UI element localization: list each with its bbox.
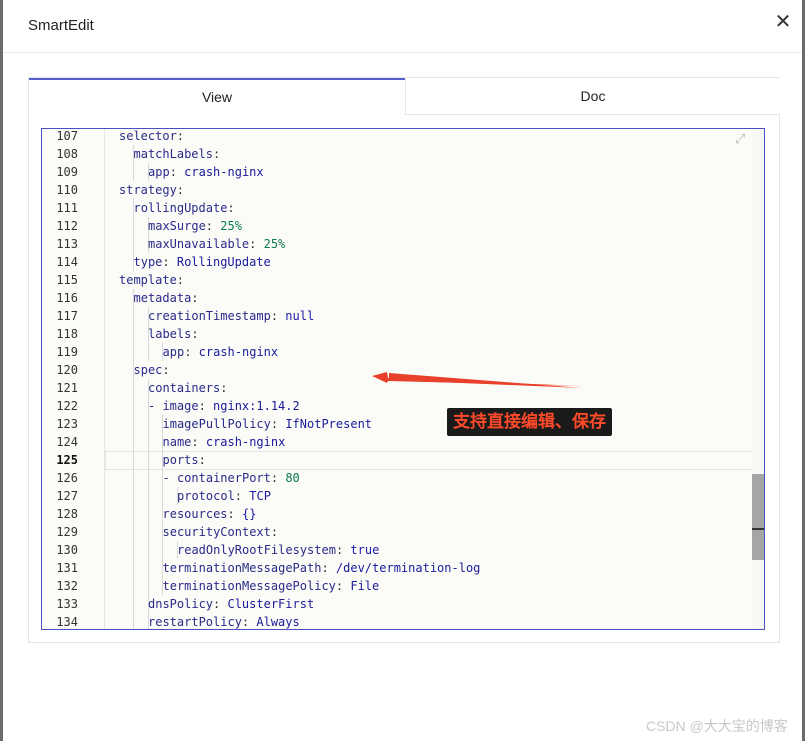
annotation-label: 支持直接编辑、保存 <box>447 408 612 436</box>
annotation-arrow <box>372 372 582 388</box>
watermark: CSDN @大大宝的博客 <box>646 718 788 734</box>
